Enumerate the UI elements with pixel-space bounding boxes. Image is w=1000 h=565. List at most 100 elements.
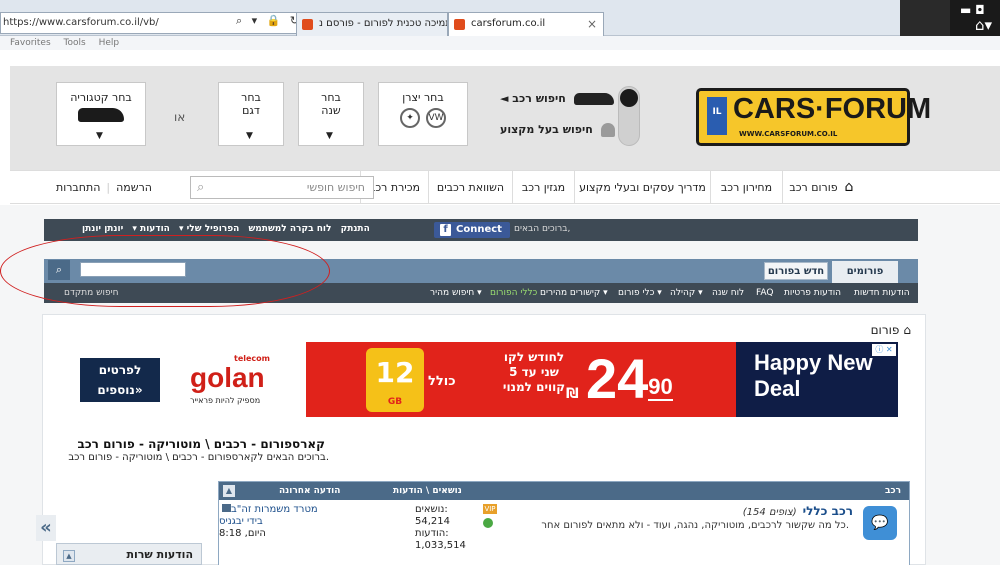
ad-banner[interactable]: לפרטים נוספים» telecom golan מספיק להיות…	[70, 342, 898, 417]
menu-favorites[interactable]: Favorites	[10, 38, 51, 48]
forum-table-header: ▲ הודעה אחרונה נושאים \ הודעות רכב	[219, 482, 909, 500]
ad-close-icon[interactable]: ⓘ ✕	[872, 344, 896, 356]
window-controls[interactable]: ▬ ◘ ⌂▾	[950, 0, 1000, 36]
rss-icon[interactable]	[483, 518, 493, 528]
select-year-label: בחר שנה	[321, 91, 341, 117]
tab-new-posts[interactable]: חדש בפורום	[764, 262, 828, 280]
page-subtitle: ברוכים הבאים לקארספורום - רכבים \ מוטורי…	[68, 452, 329, 463]
search-mode-toggle[interactable]	[618, 86, 640, 146]
col-stats: נושאים \ הודעות	[393, 486, 462, 496]
search-car-option[interactable]: ◄ חיפוש רכב	[500, 92, 614, 105]
collapse-icon[interactable]: ▲	[63, 550, 75, 562]
site-logo[interactable]: IL CARS·FORUM WWW.CARSFORUM.CO.IL	[696, 88, 931, 146]
username-link[interactable]: יונתן יונתן	[82, 224, 123, 234]
forum-status-icon: 💬	[863, 506, 897, 540]
last-post-user[interactable]: בידי יבגניס	[219, 516, 263, 527]
subnav-forum-rules[interactable]: כללי הפורום	[490, 283, 537, 303]
search-placeholder: חיפוש חופשי	[306, 181, 365, 194]
last-post-link[interactable]: מטרד משמרות זה"ב	[219, 504, 318, 515]
banner-offer: 12 GB כולל לחודש לקו שני עד 5 קווים למנוי…	[306, 342, 736, 417]
tab-forums[interactable]: פורומים	[832, 261, 898, 283]
forum-table: ▲ הודעה אחרונה נושאים \ הודעות רכב 💬 (צו…	[218, 481, 910, 565]
facebook-connect-button[interactable]: f Connect	[434, 222, 510, 238]
divider: |	[106, 181, 111, 194]
select-year[interactable]: בחר שנה ▼	[298, 82, 364, 146]
collapse-icon[interactable]: ▲	[223, 485, 235, 497]
forum-row-title[interactable]: (צופים 154) רכב כללי	[743, 504, 853, 518]
site-header: IL CARS·FORUM WWW.CARSFORUM.CO.IL ◄ חיפו…	[10, 66, 1000, 170]
subnav-quick-search[interactable]: חיפוש מהיר ▾	[430, 283, 482, 303]
menu-tools[interactable]: Tools	[64, 38, 86, 48]
breadcrumb-forum[interactable]: פורום	[871, 323, 900, 337]
banner-golan: לפרטים נוספים» telecom golan מספיק להיות…	[70, 342, 306, 417]
subnav-private-messages[interactable]: הודעות פרטיות	[784, 283, 841, 303]
red-circle-annotation	[0, 235, 330, 307]
home-icon[interactable]: ⌂▾	[975, 16, 992, 34]
nav-magazine[interactable]: מגזין רכב	[512, 171, 574, 204]
search-pro-label: חיפוש בעל מקצוע	[500, 123, 593, 136]
banner-lines: לחודש לקו שני עד 5 קווים למנוי	[502, 350, 566, 394]
page-top-strip	[10, 50, 1000, 66]
or-separator: או	[174, 110, 186, 124]
search-car-label: חיפוש רכב	[512, 92, 566, 105]
toggle-knob	[620, 89, 638, 107]
nav-forum[interactable]: פורום רכב	[782, 171, 844, 204]
banner-happy: Happy New Deal ⓘ ✕	[736, 342, 898, 417]
user-cp-link[interactable]: לוח בקרה למשתמש	[248, 224, 331, 234]
select-model-label: בחר דגם	[241, 91, 261, 117]
nav-compare[interactable]: השוואת רכבים	[428, 171, 512, 204]
banner-cta[interactable]: לפרטים נוספים»	[80, 358, 160, 402]
breadcrumb[interactable]: פורום ⌂	[871, 323, 911, 337]
post-icon	[222, 504, 231, 512]
site-search-input[interactable]: ⌕ חיפוש חופשי	[190, 176, 374, 199]
browser-tab-support[interactable]: תמיכה טכנית לפורום - פורסם נ...	[296, 12, 448, 36]
search-icon[interactable]: ⌕	[197, 177, 204, 198]
chevron-down-icon: ▼	[326, 131, 333, 141]
user-links: התנתק לוח בקרה למשתמש הפרופיל שלי ▾ הודע…	[76, 224, 370, 234]
banner-includes: כולל	[428, 374, 456, 389]
forum-row-stats: נושאים: 54,214 הודעות: 1,033,514	[415, 504, 466, 551]
banner-shekel: ₪	[566, 386, 579, 402]
register-link[interactable]: הרשמה	[116, 181, 152, 194]
nav-business-guide[interactable]: מדריך עסקים ובעלי מקצוע	[574, 171, 710, 204]
address-tools[interactable]: ⌕ ▾ 🔒 ↻	[236, 14, 302, 28]
subnav-calendar[interactable]: לוח שנה	[712, 283, 744, 303]
browser-titlebar: https://www.carsforum.co.il/vb/ ⌕ ▾ 🔒 ↻ …	[0, 0, 1000, 36]
subnav-forum-tools[interactable]: כלי פורום ▾	[618, 283, 662, 303]
messages-link[interactable]: הודעות ▾	[132, 224, 169, 234]
login-link[interactable]: התחברות	[56, 181, 100, 194]
banner-golan-logo: golan	[190, 362, 265, 393]
close-icon[interactable]: ×	[587, 13, 597, 35]
arrow-left-icon: ◄	[500, 92, 513, 105]
minimize-icon[interactable]: ▬ ◘	[960, 3, 985, 17]
logo-name: CARS·FORUM	[733, 93, 932, 125]
logout-link[interactable]: התנתק	[341, 224, 370, 234]
chevron-down-icon: ▼	[96, 131, 103, 141]
home-icon[interactable]: ⌂	[903, 323, 911, 337]
logo-url: WWW.CARSFORUM.CO.IL	[739, 130, 838, 138]
auth-links: הרשמה | התחברות	[56, 171, 152, 204]
select-maker[interactable]: בחר יצרן ✦ VW	[378, 82, 468, 146]
facebook-icon: f	[440, 224, 451, 236]
nav-price-list[interactable]: מחירון רכב	[710, 171, 782, 204]
browser-tab-carsforum[interactable]: carsforum.co.il ×	[448, 12, 604, 36]
my-profile-link[interactable]: הפרופיל שלי ▾	[179, 224, 239, 234]
subnav-quick-links[interactable]: קישורים מהירים ▾	[540, 283, 608, 303]
search-pro-option[interactable]: חיפוש בעל מקצוע	[500, 123, 615, 137]
subnav-faq[interactable]: FAQ	[756, 283, 773, 303]
sidebar-toggle[interactable]: «	[36, 515, 56, 541]
select-category-label: בחר קטגוריה	[70, 91, 132, 104]
menu-help[interactable]: Help	[99, 38, 120, 48]
connect-label: Connect	[456, 224, 502, 235]
forum-viewers: (צופים 154)	[742, 507, 797, 518]
select-category[interactable]: בחר קטגוריה ▼	[56, 82, 146, 146]
forum-row-description: כל מה שקשור לרכבים, מוטוריקה, נהגה, ועוד…	[541, 520, 849, 531]
subnav-community[interactable]: קהילה ▾	[670, 283, 703, 303]
main-nav: ⌂ פורום רכב מחירון רכב מדריך עסקים ובעלי…	[10, 170, 1000, 204]
banner-gb: 12 GB	[366, 348, 424, 412]
last-post-time: היום, 8:18	[219, 528, 266, 539]
subnav-new-posts[interactable]: הודעות חדשות	[854, 283, 910, 303]
select-model[interactable]: בחר דגם ▼	[218, 82, 284, 146]
sidebar-title: הודעות שרות	[126, 548, 194, 561]
vw-icon: VW	[426, 108, 446, 128]
